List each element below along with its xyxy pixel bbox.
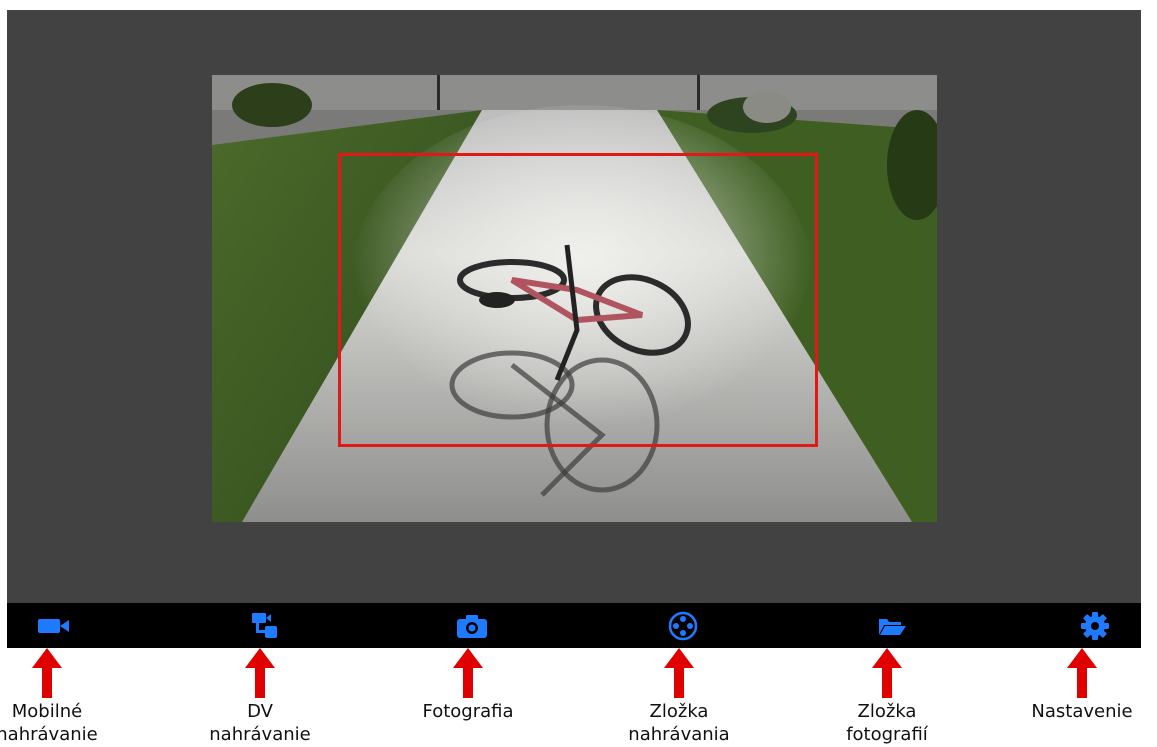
film-reel-icon [668, 611, 698, 640]
dv-recorder-icon [252, 612, 277, 638]
photo-button[interactable] [442, 603, 502, 648]
arrow-up-icon [32, 648, 62, 698]
gear-icon [1081, 611, 1109, 640]
mobile-recording-button[interactable] [24, 603, 84, 648]
video-camera-icon [38, 618, 69, 633]
recordings-folder-button[interactable] [653, 603, 713, 648]
callout-label: Zložka fotografií [846, 701, 928, 745]
focus-frame [338, 153, 818, 447]
callout-photo: Fotografia [393, 648, 543, 723]
bottom-toolbar [7, 603, 1141, 648]
callout-settings: Nastavenie [1007, 648, 1157, 723]
arrow-up-icon [453, 648, 483, 698]
dv-recording-button[interactable] [235, 603, 295, 648]
arrow-up-icon [1067, 648, 1097, 698]
callout-label: Zložka nahrávania [628, 701, 730, 745]
callout-label: Mobilné nahrávanie [0, 701, 98, 745]
arrow-up-icon [872, 648, 902, 698]
folder-open-icon [879, 618, 906, 635]
settings-button[interactable] [1065, 603, 1125, 648]
callout-label: DV nahrávanie [209, 701, 311, 745]
callout-photos-folder: Zložka fotografií [812, 648, 962, 746]
callout-label: Fotografia [422, 701, 514, 722]
callout-recordings-folder: Zložka nahrávania [604, 648, 754, 746]
app-screen [7, 10, 1141, 603]
photos-folder-button[interactable] [862, 603, 922, 648]
callout-label: Nastavenie [1031, 701, 1133, 722]
camera-icon [457, 614, 487, 638]
arrow-up-icon [245, 648, 275, 698]
callout-mobile-recording: Mobilné nahrávanie [0, 648, 122, 746]
camera-preview [212, 75, 937, 522]
callout-dv-recording: DV nahrávanie [185, 648, 335, 746]
arrow-up-icon [664, 648, 694, 698]
